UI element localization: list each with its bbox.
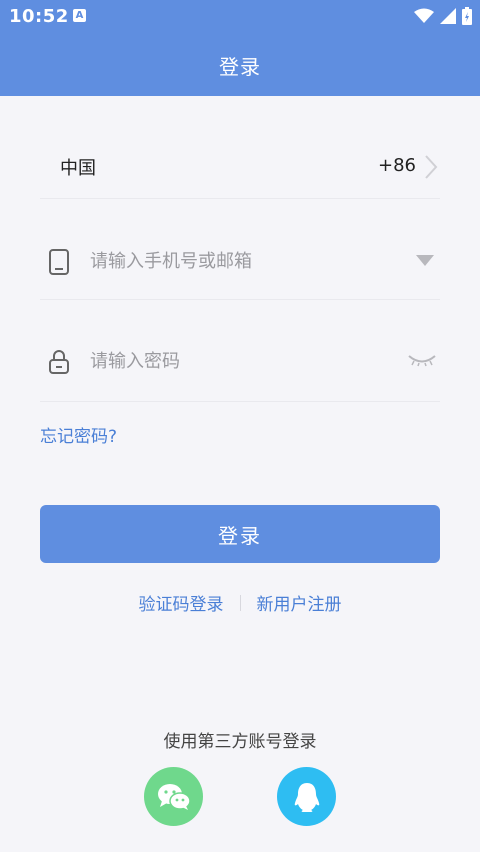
password-input[interactable] [90, 347, 390, 375]
wechat-icon [157, 783, 191, 810]
page-title: 登录 [219, 54, 261, 79]
app-header: 10:52 A 登录 [0, 0, 480, 96]
phone-email-input[interactable] [90, 247, 390, 275]
country-name: 中国 [60, 158, 96, 179]
country-code: +86 [378, 155, 416, 176]
status-time: 10:52 [9, 6, 69, 27]
divider [239, 594, 241, 611]
phone-icon [49, 249, 69, 275]
alt-links: 验证码登录 新用户注册 [0, 590, 480, 615]
title-bar: 登录 [0, 34, 480, 96]
forgot-password-link[interactable]: 忘记密码? [40, 422, 117, 447]
country-selector[interactable]: 中国 +86 [40, 132, 440, 199]
third-party-title: 使用第三方账号登录 [163, 732, 317, 752]
qq-icon [294, 782, 319, 812]
signal-icon [440, 8, 456, 24]
dropdown-arrow-icon[interactable] [416, 255, 434, 267]
lock-icon [49, 350, 69, 374]
chevron-right-icon [425, 155, 438, 179]
qq-login-button[interactable] [277, 767, 336, 826]
wechat-login-button[interactable] [144, 767, 203, 826]
status-icons [414, 7, 472, 25]
battery-icon [462, 7, 472, 25]
notification-icon: A [73, 9, 86, 22]
code-login-link[interactable]: 验证码登录 [139, 590, 224, 615]
password-field-row [40, 323, 440, 402]
phone-field-row [40, 223, 440, 300]
register-link[interactable]: 新用户注册 [257, 590, 342, 615]
wifi-icon [414, 8, 434, 23]
login-button[interactable]: 登录 [40, 505, 440, 563]
eye-closed-icon[interactable] [408, 353, 436, 367]
status-bar: 10:52 A [0, 0, 480, 34]
